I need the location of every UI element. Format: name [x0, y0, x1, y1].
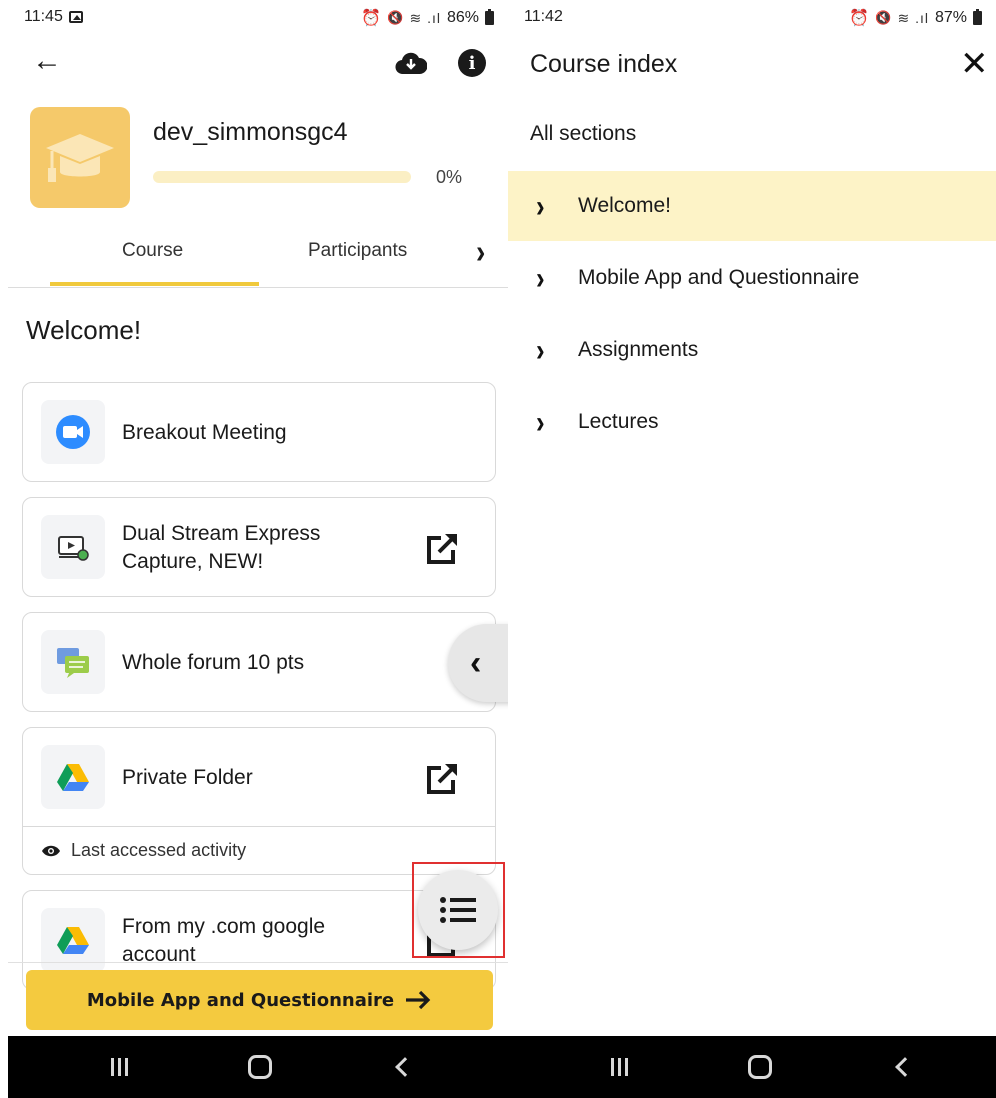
recent-apps-icon[interactable]	[608, 1056, 630, 1078]
course-progress-label: 0%	[436, 167, 463, 187]
recent-apps-icon[interactable]	[108, 1056, 130, 1078]
home-icon[interactable]	[748, 1055, 772, 1079]
activity-label-line1: From my .com google	[122, 915, 326, 938]
back-arrow-icon[interactable]: ←	[32, 46, 62, 76]
course-tabs: Course Participants ›	[8, 226, 508, 288]
system-nav-bar	[8, 1036, 508, 1098]
annotation-highlight-box	[412, 862, 505, 958]
activity-card-whole-forum[interactable]: Whole forum 10 pts	[22, 612, 496, 712]
battery-icon	[973, 9, 982, 25]
gallery-notification-icon	[68, 11, 83, 23]
bottom-divider	[8, 962, 508, 963]
course-progress-bar	[153, 171, 411, 183]
last-accessed-label: Last accessed activity	[71, 840, 247, 860]
chevron-left-icon: ‹	[470, 643, 482, 682]
activity-label: Private Folder	[122, 766, 253, 789]
index-item-welcome[interactable]: › Welcome!	[508, 171, 996, 241]
status-bar: 11:45 ⏰ 🔇 ≋ .ıl 86%	[8, 0, 508, 34]
activity-card-dual-stream[interactable]: Dual Stream Express Capture, NEW!	[22, 497, 496, 597]
status-bar: 11:42 ⏰ 🔇 ≋ .ıl 87%	[508, 0, 996, 34]
activity-label-line2: account	[122, 943, 196, 966]
index-item-label: Lectures	[578, 410, 659, 433]
course-index-title: Course index	[530, 50, 678, 78]
system-nav-bar	[508, 1036, 996, 1098]
wifi-signal-icon: ≋ .ıl	[409, 9, 441, 26]
external-link-icon[interactable]	[425, 760, 461, 796]
battery-level: 86%	[446, 9, 479, 26]
index-item-mobile-app[interactable]: › Mobile App and Questionnaire	[508, 243, 996, 313]
google-drive-icon	[41, 745, 105, 809]
course-image	[30, 107, 130, 208]
zoom-video-icon	[41, 400, 105, 464]
chevron-right-icon: ›	[536, 187, 545, 224]
graduation-cap-icon	[46, 133, 114, 182]
activity-label-line1: Dual Stream Express	[122, 522, 321, 545]
tabs-next-chevron-icon[interactable]: ›	[476, 233, 485, 271]
active-tab-indicator	[50, 282, 259, 286]
activity-card-private-folder[interactable]: Private Folder Last accessed activity	[22, 727, 496, 875]
alarm-icon: ⏰	[361, 10, 382, 27]
section-title: Welcome!	[26, 315, 142, 345]
activity-label: Whole forum 10 pts	[122, 651, 305, 674]
index-item-label: Welcome!	[578, 194, 671, 217]
chevron-right-icon: ›	[536, 331, 545, 368]
course-index-screen: 11:42 ⏰ 🔇 ≋ .ıl 87% Course index ✕ All s…	[508, 0, 996, 1098]
index-item-assignments[interactable]: › Assignments	[508, 315, 996, 385]
mute-icon: 🔇	[387, 10, 404, 25]
wifi-signal-icon: ≋ .ıl	[897, 9, 929, 26]
arrow-right-icon	[406, 990, 431, 1010]
activity-label: Breakout Meeting	[122, 421, 287, 444]
index-item-label: Mobile App and Questionnaire	[578, 266, 860, 289]
tab-participants[interactable]: Participants	[308, 240, 407, 262]
close-icon[interactable]: ✕	[960, 44, 989, 84]
battery-level: 87%	[934, 9, 967, 26]
chevron-right-icon: ›	[536, 403, 545, 440]
cloud-download-icon[interactable]	[394, 46, 428, 80]
video-capture-icon	[41, 515, 105, 579]
battery-icon	[485, 9, 494, 25]
home-icon[interactable]	[248, 1055, 272, 1079]
activity-card-breakout-meeting[interactable]: Breakout Meeting	[22, 382, 496, 482]
next-section-label: Mobile App and Questionnaire	[86, 989, 395, 1011]
status-time: 11:45	[24, 8, 63, 25]
mute-icon: 🔇	[875, 10, 892, 25]
forum-icon	[41, 630, 105, 694]
status-time: 11:42	[524, 8, 563, 25]
chevron-right-icon: ›	[536, 259, 545, 296]
alarm-icon: ⏰	[849, 10, 870, 27]
eye-icon	[42, 845, 60, 856]
info-icon[interactable]: i	[455, 46, 489, 80]
back-nav-icon[interactable]	[395, 1057, 415, 1077]
all-sections-link[interactable]: All sections	[530, 122, 636, 146]
activity-label-line2: Capture, NEW!	[122, 550, 264, 573]
tab-course[interactable]: Course	[122, 240, 183, 262]
external-link-icon[interactable]	[425, 530, 461, 566]
back-nav-icon[interactable]	[895, 1057, 915, 1077]
index-item-lectures[interactable]: › Lectures	[508, 387, 996, 457]
course-screen: 11:45 ⏰ 🔇 ≋ .ıl 86% ← i dev_simmonsgc4 0…	[8, 0, 508, 1098]
index-item-label: Assignments	[578, 338, 699, 361]
next-section-button[interactable]: Mobile App and Questionnaire	[26, 970, 493, 1030]
course-title: dev_simmonsgc4	[153, 118, 348, 146]
